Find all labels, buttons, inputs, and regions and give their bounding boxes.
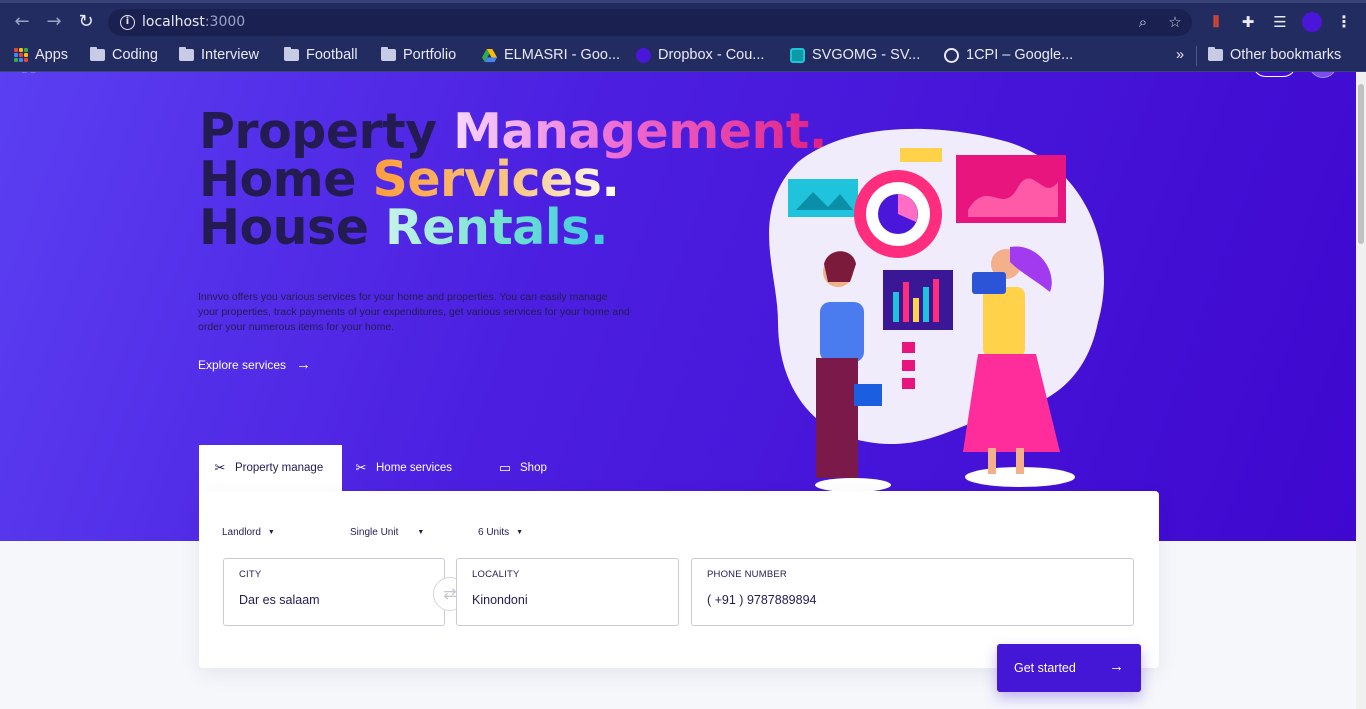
overflow-chevron-icon: » xyxy=(1176,47,1185,63)
headline-line-2: Home Services. xyxy=(199,151,620,208)
get-started-button[interactable]: Get started → xyxy=(997,644,1141,692)
bookmark-svgomg[interactable]: SVGOMG - SV... xyxy=(790,44,920,66)
page-viewport: ◡◡ Property Management. Home Services. H… xyxy=(0,72,1356,709)
phone-number-field[interactable]: PHONE NUMBER ( +91 ) 9787889894 xyxy=(691,558,1134,626)
folder-icon xyxy=(179,47,194,61)
bookmark-label: Other bookmarks xyxy=(1230,47,1342,63)
shop-icon: ▭ xyxy=(498,460,512,475)
bookmark-folder-interview[interactable]: Interview xyxy=(179,44,259,66)
arrow-right-icon: → xyxy=(296,356,312,373)
arrow-right-icon: → xyxy=(1109,658,1124,675)
bookmark-label: Interview xyxy=(201,47,260,63)
bookmark-dropbox[interactable]: Dropbox - Cou... xyxy=(636,44,764,66)
site-info-icon[interactable]: i xyxy=(120,15,135,30)
forward-arrow-icon[interactable]: → xyxy=(43,11,65,33)
other-bookmarks-folder[interactable]: Other bookmarks xyxy=(1208,44,1341,66)
tools-icon: ✂ xyxy=(355,460,367,475)
google-drive-icon xyxy=(482,48,497,62)
bookmark-label: Football xyxy=(306,47,358,63)
header-button[interactable] xyxy=(1253,72,1296,77)
site-logo[interactable]: ◡◡ xyxy=(20,72,46,75)
bookmark-label: Dropbox - Cou... xyxy=(658,47,765,63)
zoom-icon[interactable]: ⌕ xyxy=(1134,13,1152,31)
folder-icon xyxy=(284,47,299,61)
bookmark-label: Coding xyxy=(112,47,158,63)
unit-count-dropdown[interactable]: 6 Units ▼ xyxy=(478,527,523,538)
bookmark-folder-coding[interactable]: Coding xyxy=(90,44,158,66)
reload-icon[interactable]: ↻ xyxy=(75,11,97,33)
hero-headline: Property Management. Home Services. Hous… xyxy=(199,103,827,256)
bookmark-elmasri[interactable]: ELMASRI - Goo... xyxy=(482,44,620,66)
extensions-puzzle-icon[interactable]: ✚ xyxy=(1238,12,1258,32)
url-text[interactable]: localhost:3000 xyxy=(142,14,245,30)
headline-line-3: House Rentals. xyxy=(199,199,608,256)
bookmark-label: SVGOMG - SV... xyxy=(812,47,921,63)
hero-illustration xyxy=(769,128,1104,492)
apps-grid-icon xyxy=(14,48,28,62)
caret-down-icon: ▼ xyxy=(516,529,524,536)
hero-description: Innvvo offers you various services for y… xyxy=(198,291,630,333)
bookmark-folder-portfolio[interactable]: Portfolio xyxy=(381,44,456,66)
bookmark-1cpi[interactable]: 1CPI – Google... xyxy=(944,44,1073,66)
more-menu-icon[interactable]: ⋮ xyxy=(1336,12,1352,32)
address-bar[interactable]: i localhost:3000 ⌕ ☆ xyxy=(108,9,1192,36)
svgomg-icon xyxy=(790,47,805,63)
tab-home-services[interactable]: ✂ Home services xyxy=(342,445,494,491)
service-tabs: ✂ Property manage ✂ Home services ▭ Shop xyxy=(199,445,561,491)
bookmark-star-icon[interactable]: ☆ xyxy=(1166,13,1184,31)
role-dropdown[interactable]: Landlord ▼ xyxy=(222,527,275,538)
headline-line-1: Property Management. xyxy=(199,103,827,160)
bookmarks-overflow-button[interactable]: » xyxy=(1176,44,1184,66)
browser-toolbar: ← → ↻ i localhost:3000 ⌕ ☆ ⫴ ✚ ☰ ⋮ xyxy=(0,0,1366,38)
bookmark-label: ELMASRI - Goo... xyxy=(504,47,621,63)
explore-services-link[interactable]: Explore services → xyxy=(198,356,311,373)
locality-field[interactable]: LOCALITY Kinondoni xyxy=(456,558,679,626)
globe-icon xyxy=(944,47,959,63)
unit-type-dropdown[interactable]: Single Unit ▼ xyxy=(350,527,424,538)
bookmark-label: Apps xyxy=(35,47,69,63)
bookmark-apps[interactable]: Apps xyxy=(14,44,68,66)
folder-icon xyxy=(90,47,105,61)
scrollbar-thumb[interactable] xyxy=(1358,84,1364,244)
user-avatar[interactable] xyxy=(1309,72,1337,78)
tab-property-manage[interactable]: ✂ Property manage xyxy=(199,445,342,491)
bookmark-label: Portfolio xyxy=(403,47,457,63)
page-scrollbar[interactable] xyxy=(1356,72,1366,709)
media-control-icon[interactable]: ☰ xyxy=(1270,12,1290,32)
tab-shop[interactable]: ▭ Shop xyxy=(494,445,561,491)
extension-icon[interactable]: ⫴ xyxy=(1206,12,1226,32)
folder-icon xyxy=(381,47,396,61)
bookmarks-bar: Apps Coding Interview Football Portfolio… xyxy=(0,38,1366,72)
profile-avatar[interactable] xyxy=(1302,12,1322,32)
tools-icon: ✂ xyxy=(214,460,226,475)
search-form-card: Landlord ▼ Single Unit ▼ 6 Units ▼ CITY … xyxy=(199,491,1159,668)
bookmarks-divider xyxy=(1196,46,1197,66)
folder-icon xyxy=(1208,47,1223,61)
dropbox-icon xyxy=(636,47,651,63)
caret-down-icon: ▼ xyxy=(417,529,425,536)
bookmark-label: 1CPI – Google... xyxy=(966,47,1074,63)
bookmark-folder-football[interactable]: Football xyxy=(284,44,358,66)
caret-down-icon: ▼ xyxy=(267,529,275,536)
back-arrow-icon[interactable]: ← xyxy=(11,11,33,33)
city-field[interactable]: CITY Dar es salaam xyxy=(223,558,445,626)
